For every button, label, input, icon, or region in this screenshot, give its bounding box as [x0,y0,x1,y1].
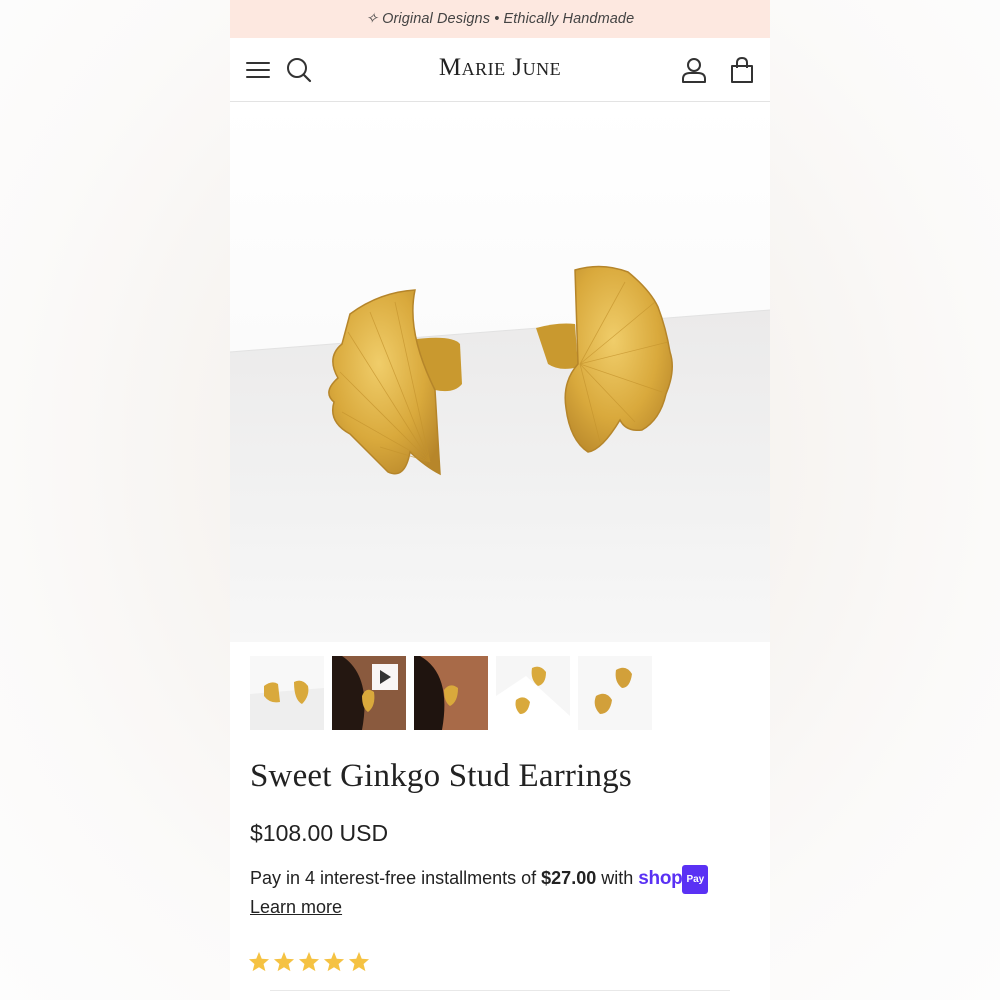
site-header: Marie June [230,38,770,102]
installment-amount: $27.00 [541,868,597,888]
play-icon [380,670,391,684]
rating-stars[interactable] [248,951,370,972]
installments-suffix: with [601,868,634,888]
star-icon [273,951,295,972]
menu-icon[interactable] [243,55,273,85]
account-icon[interactable] [679,55,709,85]
thumbnail-earring-worn-video[interactable] [332,656,406,730]
star-icon [298,951,320,972]
announcement-bar: ✧ Original Designs • Ethically Handmade [230,0,770,38]
phone-screen: ✧ Original Designs • Ethically Handmade … [230,0,770,1000]
learn-more-link[interactable]: Learn more [250,897,342,917]
thumbnail-earrings-on-white[interactable] [250,656,324,730]
product-price: $108.00 USD [250,820,389,846]
thumbnail-strip [250,656,652,730]
star-icon [248,951,270,972]
thumbnail-earrings-scattered[interactable] [578,656,652,730]
announcement-text: ✧ Original Designs • Ethically Handmade [365,11,635,27]
product-main-image[interactable] [230,102,770,642]
cart-icon[interactable] [727,55,757,85]
thumbnail-earring-worn[interactable] [414,656,488,730]
star-icon [323,951,345,972]
star-icon [348,951,370,972]
shop-pay-logo: shop [638,868,683,889]
thumbnail-earrings-on-shelf[interactable] [496,656,570,730]
shop-pay-badge: Pay [682,865,709,894]
shop-pay-installments: Pay in 4 interest-free installments of $… [250,865,750,921]
installments-prefix: Pay in 4 interest-free installments of [250,868,537,888]
search-icon[interactable] [284,55,314,85]
variant-selector-edge [270,990,730,1000]
product-title: Sweet Ginkgo Stud Earrings [250,758,632,794]
